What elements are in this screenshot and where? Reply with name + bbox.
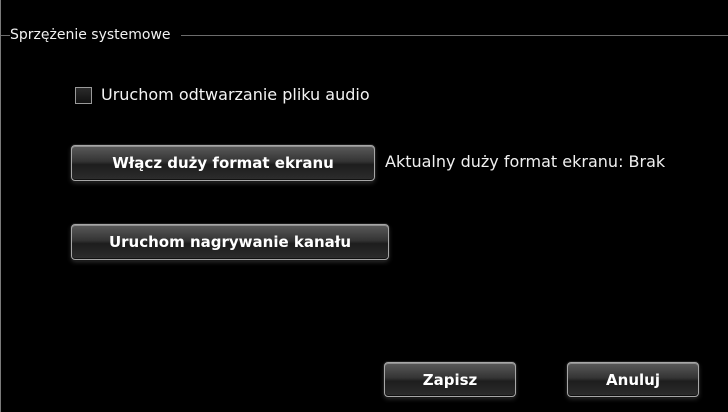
audio-playback-label[interactable]: Uruchom odtwarzanie pliku audio (101, 85, 370, 105)
cancel-button[interactable]: Anuluj (567, 362, 699, 397)
enable-large-screen-button[interactable]: Włącz duży format ekranu (71, 145, 375, 181)
current-large-screen-status: Aktualny duży format ekranu: Brak (385, 152, 666, 171)
start-channel-recording-button[interactable]: Uruchom nagrywanie kanału (71, 224, 389, 260)
audio-playback-checkbox[interactable] (75, 86, 92, 104)
save-button[interactable]: Zapisz (384, 362, 516, 397)
group-title: Sprzężenie systemowe (10, 25, 181, 45)
audio-playback-option[interactable]: Uruchom odtwarzanie pliku audio (75, 83, 370, 107)
system-linkage-panel: Sprzężenie systemowe Uruchom odtwarzanie… (0, 0, 728, 412)
